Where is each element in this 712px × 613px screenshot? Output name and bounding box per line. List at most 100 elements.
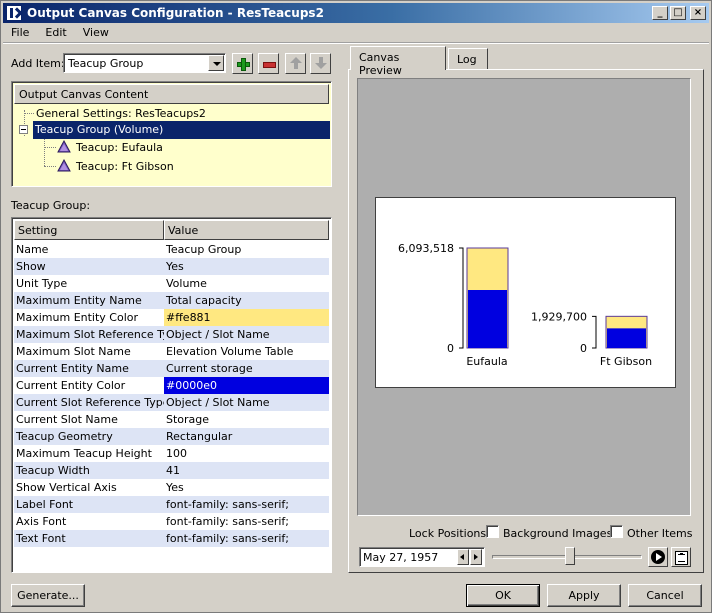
setting-value-cell[interactable]: Object / Slot Name [164,326,329,343]
color-value-cell[interactable]: #ffe881 [164,309,329,326]
add-icon[interactable] [232,53,253,74]
tree-item-teacup-group[interactable]: Teacup Group (Volume) [33,121,330,139]
tree-header: Output Canvas Content [14,84,329,104]
apply-button[interactable]: Apply [547,584,621,607]
other-items-checkbox[interactable] [610,525,623,538]
next-date-icon[interactable] [470,549,482,565]
generate-button[interactable]: Generate... [11,584,85,607]
previous-date-icon[interactable] [457,549,469,565]
teacup-current-fill [607,328,646,348]
setting-name-cell: Current Entity Name [16,362,129,375]
setting-name-cell: Current Slot Name [16,413,118,426]
collapse-icon[interactable] [19,125,28,134]
table-row[interactable]: Teacup Width 41 [14,462,329,479]
ok-button[interactable]: OK [466,584,540,607]
setting-value-cell[interactable]: 100 [164,445,329,462]
table-row[interactable]: Maximum Slot Name Elevation Volume Table [14,343,329,360]
teacup-ft-gibson[interactable]: 1,929,700 0 Ft Gibson [531,310,652,368]
play-icon[interactable] [648,547,668,567]
setting-name-cell: Name [16,243,49,256]
table-row[interactable]: Maximum Entity Name Total capacity [14,292,329,309]
setting-value-cell[interactable]: Volume [164,275,329,292]
date-field[interactable]: May 27, 1957 [359,547,485,567]
tab-log[interactable]: Log [448,48,488,70]
menu-file[interactable]: File [3,24,37,42]
teacup-name-label: Ft Gibson [600,355,652,368]
table-row[interactable]: Current Slot Reference Type Object / Slot… [14,394,329,411]
settings-table: Setting Value Name Teacup Group Show Yes Uni… [11,217,332,573]
setting-value-cell[interactable]: Storage [164,411,329,428]
menu-view[interactable]: View [75,24,117,42]
lock-positions-label: Lock Positions: [409,527,490,540]
output-canvas: 6,093,518 0 Eufaula 1,929,700 0 Ft Gibson [375,197,676,388]
table-row[interactable]: Label Font font-family: sans-serif; [14,496,329,513]
teacup-max-label: 6,093,518 [398,242,454,255]
tree-connector [44,166,56,167]
setting-value-cell[interactable]: Current storage [164,360,329,377]
setting-value-cell[interactable]: Yes [164,479,329,496]
table-row[interactable]: Maximum Entity Color #ffe881 [14,309,329,326]
tree-item-teacup-ft-gibson[interactable]: Teacup: Ft Gibson [74,158,176,176]
move-down-icon[interactable] [310,53,331,74]
move-up-icon[interactable] [285,53,306,74]
table-row[interactable]: Text Font font-family: sans-serif; [14,530,329,547]
column-header-setting[interactable]: Setting [14,220,164,240]
color-value-cell[interactable]: #0000e0 [164,377,329,394]
close-button[interactable]: × [690,6,706,20]
setting-name-cell: Text Font [16,532,66,545]
tab-canvas-preview[interactable]: Canvas Preview [350,46,446,77]
tree-item-teacup-eufaula[interactable]: Teacup: Eufaula [74,139,165,157]
table-row[interactable]: Axis Font font-family: sans-serif; [14,513,329,530]
log-document-icon[interactable] [671,547,691,567]
table-row[interactable]: Maximum Slot Reference TypeObject / Slot… [14,326,329,343]
table-row[interactable]: Teacup Geometry Rectangular [14,428,329,445]
setting-name-cell: Show [16,260,46,273]
setting-value-cell[interactable]: font-family: sans-serif; [164,496,329,513]
teacup-chart: 6,093,518 0 Eufaula 1,929,700 0 Ft Gibson [398,242,652,368]
table-row[interactable]: Show Vertical Axis Yes [14,479,329,496]
cancel-button[interactable]: Cancel [628,584,702,607]
minimize-button[interactable]: _ [652,6,668,20]
table-row[interactable]: Show Yes [14,258,329,275]
menu-separator [3,42,709,44]
table-row[interactable]: Current Entity Color #0000e0 [14,377,329,394]
setting-value-cell[interactable]: 41 [164,462,329,479]
table-row[interactable]: Unit Type Volume [14,275,329,292]
setting-value-cell[interactable]: Yes [164,258,329,275]
setting-value-cell[interactable]: Teacup Group [164,241,329,258]
background-images-label[interactable]: Background Images [503,527,612,540]
setting-value-cell[interactable]: Rectangular [164,428,329,445]
add-item-select[interactable]: Teacup Group [63,53,226,73]
setting-value-cell[interactable]: font-family: sans-serif; [164,513,329,530]
teacup-axis [459,247,464,349]
setting-value-cell[interactable]: font-family: sans-serif; [164,530,329,547]
setting-name-cell: Teacup Width [16,464,90,477]
teacup-name-label: Eufaula [466,355,507,368]
tree-connector [44,139,45,166]
menu-bar: File Edit View [3,24,117,42]
table-row[interactable]: Current Slot Name Storage [14,411,329,428]
add-item-label: Add Item: [11,57,65,70]
column-header-value[interactable]: Value [164,220,329,240]
teacup-icon [57,140,71,153]
menu-edit[interactable]: Edit [37,24,74,42]
add-item-selected-value: Teacup Group [68,57,144,70]
remove-icon[interactable] [258,53,279,74]
output-canvas-content-tree[interactable]: Output Canvas Content General Settings: … [11,81,332,187]
other-items-label[interactable]: Other Items [627,527,693,540]
dialog-window: Output Canvas Configuration - ResTeacups… [0,0,712,613]
background-images-checkbox[interactable] [486,525,499,538]
teacup-zero-label: 0 [447,342,454,355]
setting-value-cell[interactable]: Object / Slot Name [164,394,329,411]
maximize-button[interactable]: □ [670,6,686,20]
chevron-down-icon[interactable] [208,55,224,71]
table-row[interactable]: Name Teacup Group [14,241,329,258]
table-row[interactable]: Current Entity Name Current storage [14,360,329,377]
setting-value-cell[interactable]: Total capacity [164,292,329,309]
teacup-zero-label: 0 [580,342,587,355]
setting-value-cell[interactable]: Elevation Volume Table [164,343,329,360]
teacup-max-label: 1,929,700 [531,310,587,323]
timeline-slider-thumb[interactable] [565,547,575,565]
table-row[interactable]: Maximum Teacup Height 100 [14,445,329,462]
teacup-eufaula[interactable]: 6,093,518 0 Eufaula [398,242,509,368]
